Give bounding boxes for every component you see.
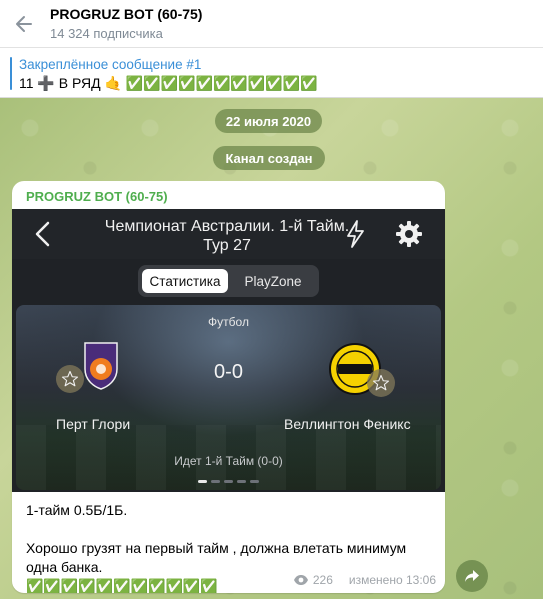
post-meta: 226 изменено 13:06 [293, 573, 436, 587]
post-line-1: 1-тайм 0.5Б/1Б. [26, 502, 128, 518]
page-dot [224, 480, 233, 483]
back-button[interactable] [8, 8, 40, 40]
image-title-line2: Тур 27 [203, 237, 251, 254]
post-author[interactable]: PROGRUZ BOT (60-75) [26, 189, 168, 204]
pinned-text: 11 ➕ В РЯД 🤙 ✅✅✅✅✅✅✅✅✅✅✅ [19, 75, 318, 91]
eye-icon [293, 575, 308, 585]
chat-header: PROGRUZ BOT (60-75) 14 324 подписчика [0, 0, 543, 48]
page-indicator [16, 480, 441, 490]
page-dot [211, 480, 220, 483]
gear-icon [396, 221, 422, 247]
subscriber-count: 14 324 подписчика [50, 26, 163, 41]
chevron-left-icon [35, 221, 50, 247]
pinned-title: Закреплённое сообщение #1 [19, 57, 202, 72]
share-button[interactable] [456, 560, 488, 592]
tab-playzone: PlayZone [244, 273, 302, 289]
pinned-message-bar[interactable]: Закреплённое сообщение #1 11 ➕ В РЯД 🤙 ✅… [0, 48, 543, 98]
tab-statistics: Статистика [142, 269, 228, 293]
team-left-name: Перт Глори [56, 416, 131, 432]
date-separator: 22 июля 2020 [215, 109, 322, 133]
arrow-left-icon [16, 16, 32, 32]
page-dot [198, 480, 207, 483]
view-count: 226 [312, 573, 333, 587]
match-card: Футбол 0-0 Перт Глори Веллингтон Феникс … [16, 305, 441, 490]
channel-title[interactable]: PROGRUZ BOT (60-75) [50, 6, 202, 22]
channel-post: PROGRUZ BOT (60-75) Чемпионат Австралии.… [12, 181, 445, 593]
image-title-line1: Чемпионат Австралии. 1-й Тайм. [104, 218, 350, 235]
page-dot [250, 480, 259, 483]
edited-time: изменено 13:06 [348, 573, 436, 587]
sport-label: Футбол [208, 315, 249, 329]
image-app-header: Чемпионат Австралии. 1-й Тайм. Тур 27 [12, 209, 445, 259]
match-period: Идет 1-й Тайм (0-0) [174, 454, 283, 468]
pinned-indicator [10, 57, 12, 90]
page-dot [237, 480, 246, 483]
post-image[interactable]: Чемпионат Австралии. 1-й Тайм. Тур 27 Ст… [12, 209, 445, 492]
service-message: Канал создан [213, 146, 325, 170]
post-spacer [26, 520, 438, 539]
post-line-2: Хорошо грузят на первый тайм , должна вл… [26, 540, 407, 575]
team-right-name: Веллингтон Феникс [284, 416, 411, 432]
segmented-tabs: Статистика PlayZone [138, 265, 319, 297]
lightning-icon [347, 220, 364, 248]
image-title: Чемпионат Австралии. 1-й Тайм. Тур 27 [72, 217, 382, 255]
share-arrow-icon [465, 570, 479, 582]
match-score: 0-0 [214, 361, 243, 383]
